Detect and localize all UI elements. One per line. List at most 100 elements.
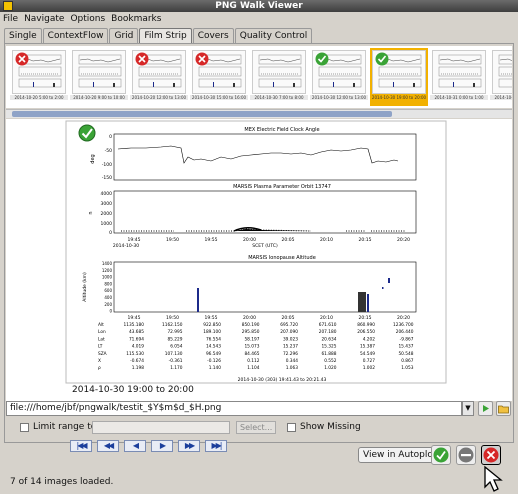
ionopause-bar (367, 294, 369, 312)
ionopause-point (382, 287, 384, 289)
thumbnail[interactable]: 2014-10-20 12:00 to 13:00 (130, 48, 188, 106)
window-title: PNG Walk Viewer (215, 1, 303, 11)
panel1-title: MEX Electric Field Clock Angle (244, 127, 319, 133)
url-field[interactable]: file:///home/jbf/pngwalk/testit_$Y$m$d_$… (6, 401, 462, 416)
thumbnail[interactable]: 2014-10-30 12:00 to 13:00 (310, 48, 368, 106)
panel2-xlabel: SCET (UTC) (252, 243, 278, 249)
panel3-tick: 200 (104, 302, 112, 307)
tab-contextflow[interactable]: ContextFlow (42, 28, 109, 43)
menu-file[interactable]: File (0, 12, 21, 26)
table-cell: 0.552 (324, 358, 337, 364)
table-cell: -0.126 (207, 358, 221, 364)
table-row-label: SZA (98, 351, 107, 357)
x-tick-label: 19:50 (166, 237, 179, 243)
skip-forward-button[interactable]: ▶▶ (178, 440, 200, 452)
thumbnail[interactable]: 2014-10-20 9:00 to 10:00 (70, 48, 128, 106)
status-text: 7 of 14 images loaded. (10, 477, 114, 487)
select-button[interactable]: Select... (236, 421, 277, 434)
panel1-tick: -100 (102, 162, 112, 168)
app-icon (3, 1, 13, 11)
tab-covers[interactable]: Covers (192, 28, 234, 43)
tab-film-strip[interactable]: Film Strip (139, 28, 192, 43)
panel3-ylabel: Altitude (km) (82, 272, 88, 302)
table-row-label: Lon (98, 329, 106, 335)
url-dropdown-button[interactable]: ▼ (462, 401, 474, 416)
thumbnail-caption: 2014-10-30 19:00 to 20:00 (370, 95, 428, 100)
thumbnail[interactable]: 2014-10-30 7:00 to 8:00 (250, 48, 308, 106)
view-in-autoplot-button[interactable]: View in Autoplot (358, 447, 442, 463)
thumbnail[interactable]: 2014-10-31 0:00 to 1:00 (430, 48, 488, 106)
menu-options[interactable]: Options (67, 12, 108, 26)
panel2-date: 2014-10-30 (113, 243, 139, 249)
go-button[interactable] (478, 401, 493, 416)
thumbnail[interactable]: 2014-10-20 5:00 to 2:00 (10, 48, 68, 106)
table-cell: 15.437 (398, 344, 413, 350)
quality-bad-icon (195, 52, 209, 66)
next-button[interactable]: ▶ (151, 440, 173, 452)
menubar: File Navigate Options Bookmarks (0, 12, 518, 26)
quality-bad-icon (15, 52, 29, 66)
panel2-ylabel: n (88, 211, 94, 214)
rate-neutral-button[interactable] (456, 445, 476, 465)
table-row-label: X (98, 358, 101, 364)
table-cell: 1.198 (132, 365, 145, 371)
tab-quality-control[interactable]: Quality Control (234, 28, 313, 43)
panel2-tick: 3000 (101, 201, 113, 207)
thumbnail-caption: 2014-10-20 12:00 to 13:00 (130, 95, 188, 100)
thumbnail-image (492, 50, 512, 94)
window-titlebar: PNG Walk Viewer (0, 0, 518, 12)
strip-scrollbar[interactable] (6, 109, 512, 118)
table-cell: 58.197 (244, 336, 259, 342)
table-cell: 39.023 (283, 336, 298, 342)
film-strip-panel: 2014-10-20 5:00 to 2:00 2014-10-20 9:00 t… (4, 43, 514, 443)
table-cell: 0.727 (363, 358, 376, 364)
show-missing-checkbox[interactable] (287, 423, 296, 432)
range-field[interactable] (92, 421, 230, 434)
table-cell: 207.180 (319, 329, 337, 335)
panel3-tick: 1000 (102, 275, 113, 280)
skip-back-button[interactable]: ◀◀ (97, 440, 119, 452)
last-button[interactable]: ▶▶| (205, 440, 227, 452)
limit-range-checkbox[interactable] (20, 423, 29, 432)
table-cell: 1.140 (209, 365, 222, 371)
thumbnail-strip[interactable]: 2014-10-20 5:00 to 2:00 2014-10-20 9:00 t… (6, 46, 512, 108)
thumbnail[interactable]: 2014-10-30 19:00 to 20:00 (370, 48, 428, 106)
thumbnail[interactable]: 2014-10-30 15:00 to 16:00 (190, 48, 248, 106)
menu-bookmarks[interactable]: Bookmarks (108, 12, 164, 26)
prev-button[interactable]: ◀ (124, 440, 146, 452)
table-cell: 1.020 (324, 365, 337, 371)
minus-circle-icon (458, 447, 474, 463)
thumbnail-caption: 2014-10-31 2:00 to 3:00 (490, 95, 512, 100)
quality-ok-icon (315, 52, 329, 66)
table-cell: 4.202 (363, 336, 376, 342)
plot-image: MEX Electric Field Clock Angle deg 0 -50… (65, 120, 447, 384)
table-cell: 0.344 (286, 358, 299, 364)
panel1-tick: -50 (105, 148, 112, 154)
panel2-title: MARSIS Plasma Parameter Orbit 13747 (233, 184, 331, 190)
first-button[interactable]: |◀◀ (70, 440, 92, 452)
thumbnail-caption: 2014-10-31 0:00 to 1:00 (430, 95, 488, 100)
tab-single[interactable]: Single (4, 28, 42, 43)
quality-ok-icon (375, 52, 389, 66)
thumbnail[interactable]: 2014-10-31 2:00 to 3:00 (490, 48, 512, 106)
table-cell: -9.867 (400, 336, 414, 342)
table-cell: 14.543 (206, 344, 221, 350)
table-cell: 206.550 (357, 329, 375, 335)
tab-grid[interactable]: Grid (109, 28, 139, 43)
menu-navigate[interactable]: Navigate (21, 12, 67, 26)
table-cell: 1.002 (363, 365, 376, 371)
rate-bad-button[interactable] (481, 445, 501, 465)
rate-ok-button[interactable] (431, 445, 451, 465)
scrollbar-thumb[interactable] (12, 111, 392, 117)
table-cell: 850.190 (242, 322, 260, 328)
table-cell: 1.063 (286, 365, 299, 371)
range-row: Limit range to: Select... Show Missing (0, 420, 518, 436)
panel3-title: MARSIS Ionopause Altitude (248, 255, 316, 261)
x-tick-label: 20:20 (397, 237, 410, 243)
open-folder-button[interactable] (496, 401, 511, 416)
thumbnail-caption: 2014-10-30 15:00 to 16:00 (190, 95, 248, 100)
table-cell: 76.554 (206, 336, 221, 342)
panel2-tick: 1000 (101, 221, 113, 227)
x-tick-label: 19:45 (128, 315, 141, 321)
table-cell: 72.995 (167, 329, 182, 335)
